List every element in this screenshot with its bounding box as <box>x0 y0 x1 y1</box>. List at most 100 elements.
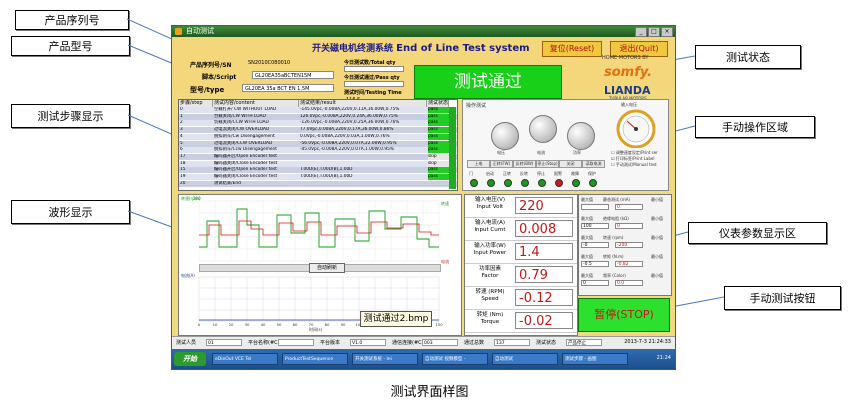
meter-label-cn: 功率因素 <box>478 266 501 272</box>
content-cell: 合载关闭/CW WITH LOAD <box>214 113 266 119</box>
status-lamp-icon <box>572 179 580 187</box>
checkbox-manual-test[interactable]: ☐ 手动测试/Manual test <box>611 162 657 168</box>
voltage-knob[interactable] <box>491 122 519 150</box>
status-cell: pass <box>428 147 449 154</box>
table-row[interactable]: 6 脱扣刹车/Ccw Disengagement -45.0Vpc,-0.008A,… <box>179 147 457 154</box>
test-status-display: 测试通过 <box>414 65 562 99</box>
x-tick-label: 30 <box>245 322 250 327</box>
app-icon <box>175 28 182 35</box>
status-cell: pass <box>428 133 449 140</box>
header-step: 步骤/step <box>179 100 213 107</box>
meter-value: 0.79 <box>515 266 573 283</box>
pause-stop-button[interactable]: 暂停(STOP) <box>578 298 670 332</box>
status-lamp-icon <box>555 179 563 187</box>
reset-button[interactable]: 复位(Reset) <box>542 41 602 57</box>
table-row[interactable]: 2 负载关闭/CCW WITH LOAD -126.0Vpc,-0.008A,220… <box>179 120 457 127</box>
table-row[interactable]: 1 合载关闭/CW WITH LOAD 126.0Vpc,-0.008A,220V,… <box>179 113 457 120</box>
table-row[interactable]: 0 空载打开/ CW WITHOUT LOAD -145.0Vpc,-0.008A,… <box>179 107 457 113</box>
power-knob[interactable] <box>567 122 595 150</box>
close-icon[interactable]: × <box>661 27 673 37</box>
somfy-logo: somfy. <box>604 65 653 80</box>
start-button[interactable]: 开始 <box>174 352 206 366</box>
meter-value: -0.02 <box>515 312 573 329</box>
limit-min-field[interactable]: 0.0 <box>615 280 643 286</box>
result-cell: 126.0Vpc,-0.008A,220V,0.24A,36.00W,0.75% <box>300 113 398 119</box>
limit-min-label: 最小值 <box>651 216 663 221</box>
limit-max-field[interactable]: 0 <box>581 280 609 286</box>
statusbar-label: 通信连接(#C) <box>392 340 424 346</box>
status-cell: pass <box>428 140 449 147</box>
wave-refresh-button[interactable]: 自动刷新 <box>309 263 345 273</box>
manual-button[interactable]: 正转(FW) <box>490 160 513 168</box>
status-cell: pass <box>428 107 449 113</box>
taskbar-item[interactable]: 测试步骤 - 画图 <box>562 353 628 365</box>
table-row[interactable]: 19 编码器关闭/Close Encoder test T.00D(E),T.00D… <box>179 174 457 180</box>
statusbar-value: 137 <box>494 339 530 346</box>
limit-max-field[interactable]: -0 <box>581 242 609 248</box>
meter-label: 输入电压(V) Input Volt <box>467 197 513 211</box>
table-row[interactable]: 3 过电流关闭/CW OVERLOAD T7.0Vpc,0.008A,220V,0.… <box>179 127 457 134</box>
step-cell: 6 <box>180 147 183 153</box>
taskbar-item[interactable]: ProductTestSequence <box>282 353 348 365</box>
limit-max-field[interactable] <box>581 204 609 210</box>
meter-label-en: Input Volt <box>476 204 504 210</box>
limit-min-field[interactable]: -200 <box>615 242 643 248</box>
content-cell: 负载关闭/CCW WITH LOAD <box>214 120 269 126</box>
figure-caption: 测试界面样图 <box>390 385 469 400</box>
taskbar-item[interactable]: 开关测试系统 - Ini <box>352 353 418 365</box>
taskbar-clock: 21:24 <box>656 355 671 361</box>
statusbar-label: 测试人员 <box>176 340 197 346</box>
limit-min-label: 最小值 <box>651 235 663 240</box>
meter-label: 输入电流(A) Input Curnt <box>467 220 513 234</box>
meter-label-cn: 转速 (RPM) <box>475 289 505 295</box>
limit-min-field[interactable]: -0.82 <box>615 261 643 267</box>
limit-min-label: 最小值 <box>651 273 663 278</box>
table-row[interactable]: 17 编码器开启/Open Encoder test skip <box>179 153 457 160</box>
minimize-icon[interactable]: _ <box>635 27 647 37</box>
taskbar-item[interactable]: 自动测试 视频模型 - <box>422 353 488 365</box>
meter-label: 转矩 (Nm) Torque <box>467 312 513 326</box>
limit-min-field[interactable]: 0 <box>615 223 643 229</box>
result-cell: T.00D(E),T.00D(B),1.00D <box>300 167 353 173</box>
content-cell: 脱扣刹车/Ccw Disengagement <box>214 147 277 153</box>
vertical-scrollbar[interactable] <box>449 107 456 189</box>
gauge-label: 输入电压 <box>621 102 637 107</box>
meter-value: 220 <box>515 197 573 214</box>
table-row[interactable]: 20 测试结束/End <box>179 180 457 187</box>
meter-label-en: Factor <box>481 273 499 279</box>
step-cell: 1 <box>180 113 183 119</box>
table-row[interactable]: 15 编码器开启/Open Encoder test T.00D(E),T.00D(… <box>179 167 457 174</box>
script-label: 脚本/Script <box>202 74 237 81</box>
meter-panel: 输入电压(V) Input Volt 220 输入电流(A) Input Curnt 0.… <box>464 194 578 336</box>
taskbar-item[interactable]: 自动测试 <box>492 353 558 365</box>
content-cell: 过电流关闭/CCW OVERLOAD <box>214 140 273 146</box>
maximize-icon[interactable]: □ <box>648 27 660 37</box>
table-row[interactable]: 5 过电流关闭/CCW OVERLOAD -56.0Vpc,-0.008A,220V… <box>179 140 457 147</box>
limits-panel: 最大值 静态测试 (mA) 最小值 0 最大值 绝缘电阻 (kΩ) 最小值 100 0 最大值 转速… <box>578 194 672 296</box>
limit-max-field[interactable]: -0.5 <box>581 261 609 267</box>
manual-button[interactable]: 停止(Stop) <box>536 160 559 168</box>
testing-time-label: 测试时间/Testing Time <box>344 90 402 96</box>
table-row[interactable]: 4 脱扣刹车/Cw Disengagement 0.0Vpc,-0.008A,220… <box>179 133 457 140</box>
status-lamp-icon <box>589 179 597 187</box>
meter-label-cn: 输入电压(V) <box>474 197 506 203</box>
manual-button[interactable]: 关闭 <box>559 160 582 168</box>
status-lamp-icon <box>470 179 478 187</box>
statusbar-value: 003 <box>422 339 458 346</box>
script-select[interactable]: GL20EA35aBCTEN15M <box>252 71 334 79</box>
status-cell: pass <box>428 120 449 127</box>
manual-button[interactable]: 读取电流 <box>582 160 605 168</box>
meter-label-en: Input Power <box>473 250 507 256</box>
limit-min-field[interactable]: 0 <box>615 204 643 210</box>
limit-max-field[interactable]: 100 <box>581 223 609 229</box>
meter-label-en: Speed <box>481 296 499 302</box>
title-bar: 自动测试 _ □ × <box>172 26 675 37</box>
manual-button[interactable]: 反转(BW) <box>513 160 536 168</box>
table-row[interactable]: 18 编码器关闭/Close Encoder test skip <box>179 160 457 167</box>
serial-field[interactable]: SN2010C080010 <box>246 59 334 67</box>
step-cell: 5 <box>180 140 183 146</box>
manual-button[interactable]: 上电 <box>467 160 490 168</box>
current-knob[interactable] <box>529 115 557 143</box>
knob-label-power: 功率 <box>573 150 581 155</box>
taskbar-item[interactable]: eDieOut VCE Tel <box>212 353 278 365</box>
